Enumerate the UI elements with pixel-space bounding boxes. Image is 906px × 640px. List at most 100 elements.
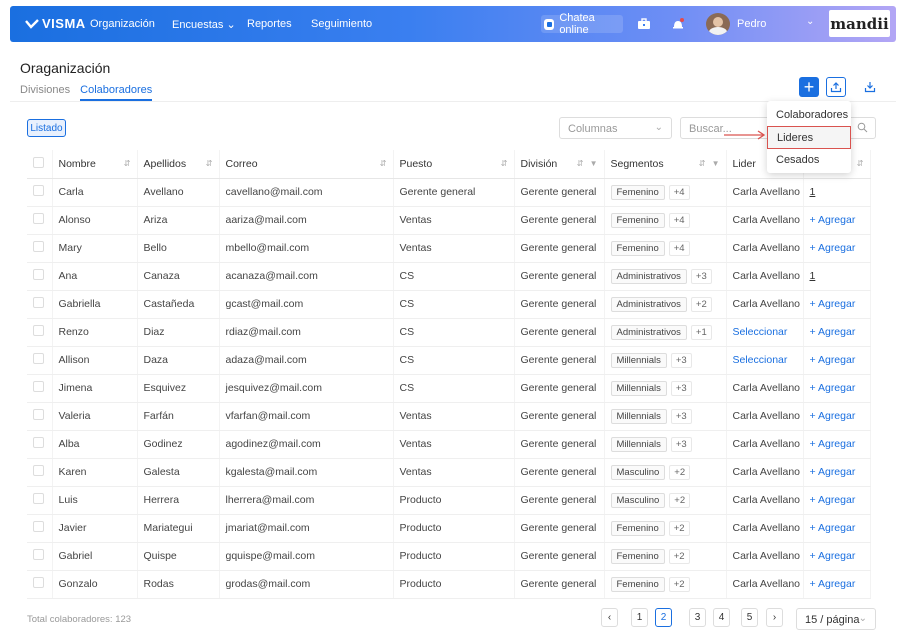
page-3[interactable]: 3 — [689, 608, 706, 627]
table-row[interactable]: Gabriella Castañeda gcast@mail.com CS Gerent… — [27, 290, 871, 319]
col-puesto[interactable]: Puesto ⇵ — [393, 150, 515, 179]
table-row[interactable]: Jimena Esquivez jesquivez@mail.com CS Gerent… — [27, 374, 871, 403]
next-page-button[interactable]: › — [766, 608, 783, 627]
row-checkbox[interactable] — [33, 521, 44, 532]
count-link[interactable]: 1 — [810, 186, 816, 198]
listado-button[interactable]: Listado — [27, 119, 66, 137]
row-checkbox[interactable] — [33, 241, 44, 252]
prev-page-button[interactable]: ‹ — [601, 608, 618, 627]
add-link[interactable]: + Agregar — [810, 578, 856, 590]
user-avatar[interactable] — [706, 13, 730, 35]
tab-colaboradores[interactable]: Colaboradores — [80, 84, 153, 101]
col-division[interactable]: División ⇵ ▼ — [514, 150, 605, 179]
per-page-select[interactable]: 15 / página ⌄ — [796, 608, 876, 630]
bell-icon[interactable] — [671, 17, 685, 31]
tab-divisiones[interactable]: Divisiones — [20, 84, 70, 101]
segment-more-badge[interactable]: +4 — [668, 184, 690, 200]
segment-more-badge[interactable]: +2 — [668, 548, 690, 564]
add-link[interactable]: + Agregar — [810, 354, 856, 366]
add-button[interactable]: + — [799, 77, 819, 97]
table-row[interactable]: Gabriel Quispe gquispe@mail.com Producto Ger… — [27, 542, 871, 571]
add-link[interactable]: + Agregar — [810, 438, 856, 450]
filter-icon[interactable]: ▼ — [590, 159, 598, 168]
menu-item-colaboradores[interactable]: Colaboradores — [767, 104, 851, 127]
sort-icon[interactable]: ⇵ — [699, 159, 706, 168]
page-5[interactable]: 5 — [741, 608, 758, 627]
table-row[interactable]: Alonso Ariza aariza@mail.com Ventas Gerente … — [27, 206, 871, 235]
add-link[interactable]: + Agregar — [810, 382, 856, 394]
col-nombre[interactable]: Nombre ⇵ — [52, 150, 138, 179]
table-row[interactable]: Valeria Farfán vfarfan@mail.com Ventas Geren… — [27, 402, 871, 431]
segment-more-badge[interactable]: +3 — [670, 408, 692, 424]
visma-logo[interactable]: VISMA — [25, 16, 86, 31]
add-link[interactable]: + Agregar — [810, 550, 856, 562]
filter-icon[interactable]: ▼ — [712, 159, 720, 168]
page-1[interactable]: 1 — [631, 608, 648, 627]
table-row[interactable]: Gonzalo Rodas grodas@mail.com Producto Geren… — [27, 570, 871, 599]
add-link[interactable]: + Agregar — [810, 214, 856, 226]
row-checkbox[interactable] — [33, 213, 44, 224]
segment-more-badge[interactable]: +2 — [669, 464, 691, 480]
download-button[interactable] — [860, 77, 880, 97]
sort-icon[interactable]: ⇵ — [501, 159, 508, 168]
table-row[interactable]: Karen Galesta kgalesta@mail.com Ventas Geren… — [27, 458, 871, 487]
page-2[interactable]: 2 — [655, 608, 672, 627]
segment-more-badge[interactable]: +2 — [668, 576, 690, 592]
segment-more-badge[interactable]: +4 — [668, 212, 690, 228]
add-link[interactable]: + Agregar — [810, 410, 856, 422]
row-checkbox[interactable] — [33, 381, 44, 392]
row-checkbox[interactable] — [33, 409, 44, 420]
sort-icon[interactable]: ⇵ — [857, 159, 864, 168]
sort-icon[interactable]: ⇵ — [577, 159, 584, 168]
table-row[interactable]: Luis Herrera lherrera@mail.com Producto Gere… — [27, 486, 871, 515]
columns-select[interactable]: Columnas ⌄ — [559, 117, 672, 139]
table-row[interactable]: Renzo Diaz rdiaz@mail.com CS Gerente general… — [27, 318, 871, 347]
row-checkbox[interactable] — [33, 269, 44, 280]
select-leader-link[interactable]: Seleccionar — [733, 326, 788, 338]
row-checkbox[interactable] — [33, 353, 44, 364]
segment-more-badge[interactable]: +2 — [668, 520, 690, 536]
table-row[interactable]: Ana Canaza acanaza@mail.com CS Gerente gener… — [27, 262, 871, 291]
table-row[interactable]: Carla Avellano cavellano@mail.com Gerente g… — [27, 178, 871, 207]
add-link[interactable]: + Agregar — [810, 242, 856, 254]
row-checkbox[interactable] — [33, 185, 44, 196]
segment-more-badge[interactable]: +3 — [670, 352, 692, 368]
segment-more-badge[interactable]: +1 — [690, 324, 712, 340]
mandii-logo[interactable]: mandii — [829, 10, 890, 37]
nav-encuestas[interactable]: Encuestas ⌄ — [172, 18, 236, 31]
add-link[interactable]: + Agregar — [810, 466, 856, 478]
row-checkbox[interactable] — [33, 465, 44, 476]
row-checkbox[interactable] — [33, 549, 44, 560]
select-all-checkbox[interactable] — [33, 156, 44, 168]
sort-icon[interactable]: ⇵ — [124, 159, 131, 168]
nav-reportes[interactable]: Reportes — [247, 18, 292, 30]
row-checkbox[interactable] — [33, 297, 44, 308]
row-checkbox[interactable] — [33, 493, 44, 504]
add-link[interactable]: + Agregar — [810, 522, 856, 534]
sort-icon[interactable]: ⇵ — [206, 159, 213, 168]
user-menu-chevron-icon[interactable]: ⌄ — [806, 16, 814, 27]
table-row[interactable]: Mary Bello mbello@mail.com Ventas Gerente ge… — [27, 234, 871, 263]
col-apellidos[interactable]: Apellidos ⇵ — [137, 150, 220, 179]
row-checkbox[interactable] — [33, 325, 44, 336]
add-link[interactable]: + Agregar — [810, 298, 856, 310]
nav-seguimiento[interactable]: Seguimiento — [311, 18, 372, 30]
row-checkbox[interactable] — [33, 437, 44, 448]
col-segmentos[interactable]: Segmentos ⇵ ▼ — [604, 150, 727, 179]
nav-organizacion[interactable]: Organización — [90, 18, 155, 30]
row-checkbox[interactable] — [33, 577, 44, 588]
segment-more-badge[interactable]: +4 — [668, 240, 690, 256]
segment-more-badge[interactable]: +3 — [670, 436, 692, 452]
table-row[interactable]: Alba Godinez agodinez@mail.com Ventas Gerent… — [27, 430, 871, 459]
user-name[interactable]: Pedro — [737, 18, 766, 30]
upload-button[interactable] — [826, 77, 846, 97]
add-link[interactable]: + Agregar — [810, 494, 856, 506]
sort-icon[interactable]: ⇵ — [380, 159, 387, 168]
chat-online-button[interactable]: Chatea online — [541, 12, 623, 36]
add-link[interactable]: + Agregar — [810, 326, 856, 338]
menu-item-cesados[interactable]: Cesados — [767, 149, 851, 172]
count-link[interactable]: 1 — [810, 270, 816, 282]
segment-more-badge[interactable]: +2 — [690, 296, 712, 312]
briefcase-icon[interactable] — [637, 17, 651, 31]
table-row[interactable]: Javier Mariategui jmariat@mail.com Producto… — [27, 514, 871, 543]
